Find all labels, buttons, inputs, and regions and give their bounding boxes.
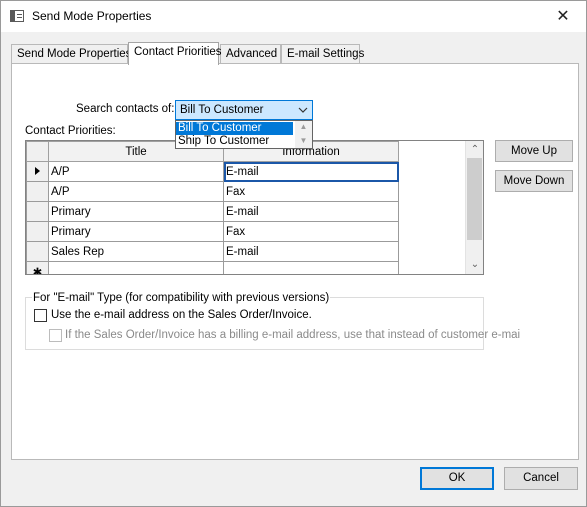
cell-title[interactable]: Primary bbox=[48, 221, 224, 242]
new-row-asterisk-icon[interactable]: ✱ bbox=[26, 261, 49, 274]
window-app-icon bbox=[10, 10, 24, 22]
cell-information[interactable]: E-mail bbox=[223, 161, 399, 182]
grid-vertical-scrollbar[interactable]: ⌃ ⌄ bbox=[465, 141, 483, 274]
tab-send-mode-properties[interactable]: Send Mode Properties bbox=[11, 44, 131, 64]
scroll-down-icon[interactable]: ▼ bbox=[295, 135, 312, 147]
cell-title[interactable]: A/P bbox=[48, 161, 224, 182]
cell-information[interactable]: Fax bbox=[223, 221, 399, 242]
move-up-button[interactable]: Move Up bbox=[495, 140, 573, 162]
contact-priorities-grid: Title Information A/P E-mail A/P Fax Pri… bbox=[25, 140, 484, 275]
chevron-down-icon[interactable] bbox=[298, 103, 308, 120]
scroll-down-icon[interactable]: ⌄ bbox=[466, 257, 483, 273]
scroll-up-icon[interactable]: ▲ bbox=[295, 121, 312, 133]
search-contacts-label: Search contacts of: bbox=[76, 103, 175, 115]
cell-information-new[interactable] bbox=[223, 261, 399, 274]
table-row[interactable]: Primary Fax bbox=[26, 221, 399, 242]
title-bar[interactable]: Send Mode Properties ✕ bbox=[1, 1, 586, 32]
dropdown-option-ship-to-customer[interactable]: Ship To Customer bbox=[176, 135, 293, 148]
dropdown-option-bill-to-customer[interactable]: Bill To Customer bbox=[176, 122, 293, 135]
email-type-groupbox bbox=[25, 297, 484, 350]
send-mode-properties-dialog: Send Mode Properties ✕ Send Mode Propert… bbox=[0, 0, 587, 507]
contact-priorities-label: Contact Priorities: bbox=[25, 125, 116, 137]
search-contacts-select[interactable]: Bill To Customer bbox=[175, 100, 313, 120]
scroll-up-icon[interactable]: ⌃ bbox=[466, 142, 483, 158]
cell-information[interactable]: E-mail bbox=[223, 201, 399, 222]
close-button[interactable]: ✕ bbox=[540, 1, 586, 32]
search-contacts-dropdown: Bill To Customer Ship To Customer ▲ ▼ bbox=[175, 120, 313, 149]
scrollbar-thumb[interactable] bbox=[467, 158, 482, 240]
cell-information[interactable]: Fax bbox=[223, 181, 399, 202]
use-sales-order-email-label[interactable]: Use the e-mail address on the Sales Orde… bbox=[51, 309, 312, 321]
row-header-corner bbox=[26, 141, 49, 162]
cell-title-new[interactable] bbox=[48, 261, 224, 274]
window-title: Send Mode Properties bbox=[32, 9, 152, 23]
ok-button[interactable]: OK bbox=[420, 467, 494, 490]
row-header[interactable] bbox=[26, 241, 49, 262]
new-row[interactable]: ✱ bbox=[26, 261, 399, 274]
email-type-group-title: For "E-mail" Type (for compatibility wit… bbox=[32, 292, 331, 304]
cell-information[interactable]: E-mail bbox=[223, 241, 399, 262]
table-row[interactable]: A/P E-mail bbox=[26, 161, 399, 182]
billing-email-checkbox bbox=[49, 329, 62, 342]
contact-priorities-table: Title Information A/P E-mail A/P Fax Pri… bbox=[26, 141, 399, 274]
cell-title[interactable]: A/P bbox=[48, 181, 224, 202]
move-down-button[interactable]: Move Down bbox=[495, 170, 573, 192]
row-header[interactable] bbox=[26, 221, 49, 242]
cell-title[interactable]: Sales Rep bbox=[48, 241, 224, 262]
search-contacts-value: Bill To Customer bbox=[180, 104, 264, 116]
row-header[interactable] bbox=[26, 181, 49, 202]
billing-email-label: If the Sales Order/Invoice has a billing… bbox=[65, 329, 521, 341]
current-row-arrow-icon bbox=[35, 166, 40, 175]
row-header[interactable] bbox=[26, 201, 49, 222]
table-row[interactable]: Primary E-mail bbox=[26, 201, 399, 222]
use-sales-order-email-checkbox[interactable] bbox=[34, 309, 47, 322]
cell-title[interactable]: Primary bbox=[48, 201, 224, 222]
tab-advanced[interactable]: Advanced bbox=[220, 44, 281, 64]
cancel-button[interactable]: Cancel bbox=[504, 467, 578, 490]
dropdown-scrollbar[interactable]: ▲ ▼ bbox=[295, 121, 312, 148]
table-row[interactable]: A/P Fax bbox=[26, 181, 399, 202]
tab-contact-priorities[interactable]: Contact Priorities bbox=[128, 42, 222, 65]
tab-email-settings[interactable]: E-mail Settings bbox=[281, 44, 364, 64]
table-row[interactable]: Sales Rep E-mail bbox=[26, 241, 399, 262]
row-header-current[interactable] bbox=[26, 161, 49, 182]
